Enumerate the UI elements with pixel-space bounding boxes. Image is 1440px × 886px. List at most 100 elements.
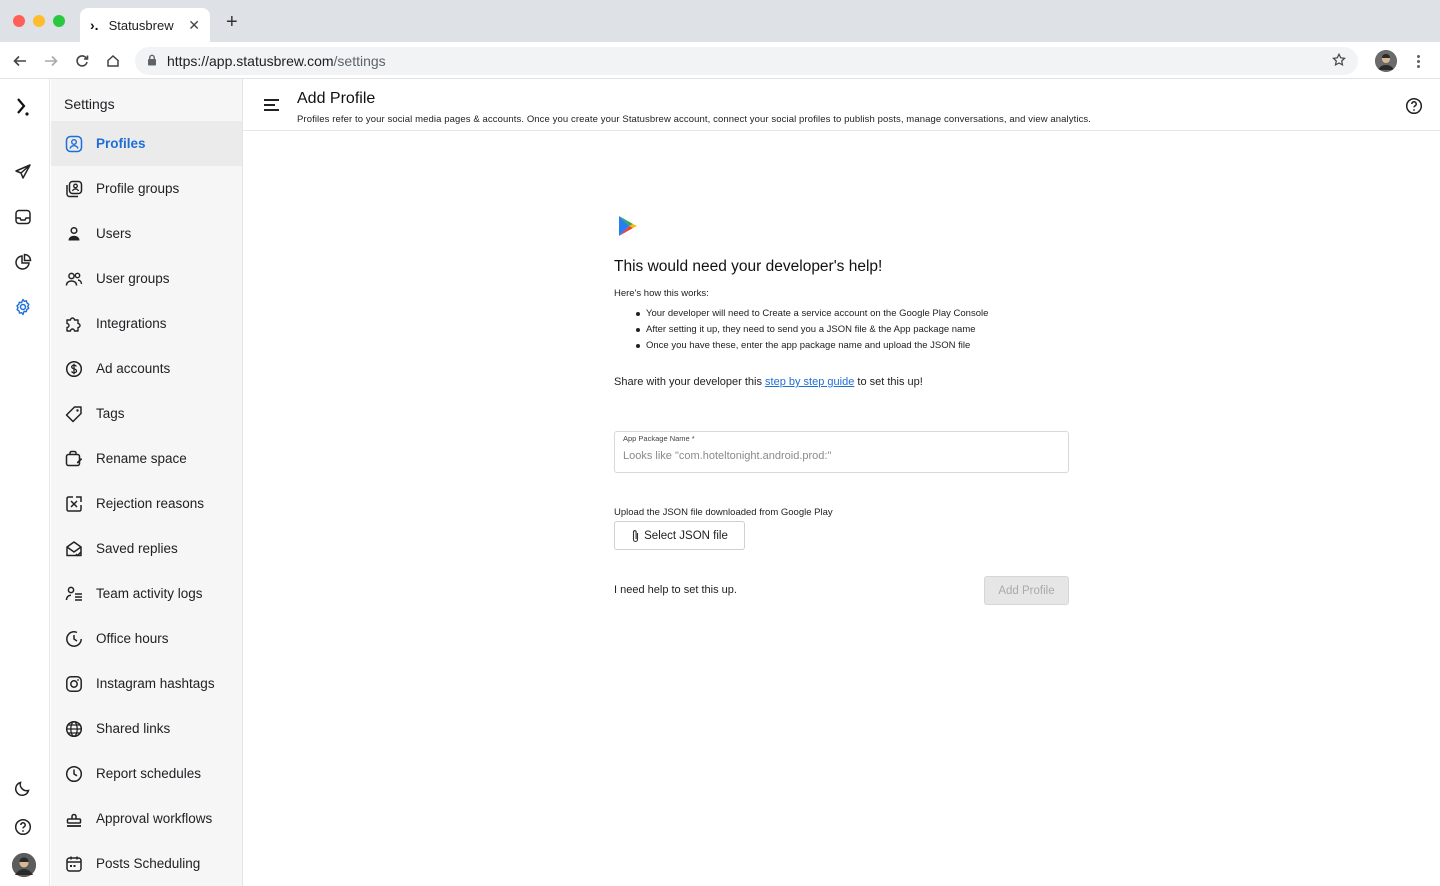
field-label: App Package Name * — [623, 434, 695, 443]
google-play-logo-icon — [618, 215, 638, 242]
sidebar-item-label: Report schedules — [96, 766, 202, 781]
settings-sidebar: Settings Profiles Profile groups Users U… — [51, 79, 243, 886]
clock-icon — [65, 765, 83, 783]
hamburger-menu-icon[interactable] — [264, 99, 279, 114]
sidebar-item-posts-scheduling[interactable]: Posts Scheduling — [51, 841, 242, 886]
need-help-text[interactable]: I need help to set this up. — [614, 584, 737, 596]
inbox-icon[interactable] — [12, 206, 34, 228]
sidebar-item-label: Office hours — [96, 631, 169, 646]
sidebar-item-approval-workflows[interactable]: Approval workflows — [51, 796, 242, 841]
stamp-icon — [65, 810, 83, 828]
rename-icon — [65, 450, 83, 468]
lock-icon — [147, 53, 157, 69]
browser-tab[interactable]: ›. Statusbrew ✕ — [80, 8, 210, 42]
tab-close-icon[interactable]: ✕ — [188, 17, 200, 34]
analytics-pie-icon[interactable] — [12, 251, 34, 273]
sidebar-item-team-activity-logs[interactable]: Team activity logs — [51, 571, 242, 616]
share-suffix: to set this up! — [854, 376, 923, 388]
user-avatar[interactable] — [12, 853, 36, 877]
sidebar-item-report-schedules[interactable]: Report schedules — [51, 751, 242, 796]
sidebar-item-label: Shared links — [96, 721, 171, 736]
sidebar-item-profiles[interactable]: Profiles — [51, 121, 242, 166]
statusbrew-favicon-icon: ›. — [90, 17, 99, 33]
tag-icon — [65, 405, 83, 423]
sidebar-item-users[interactable]: Users — [51, 211, 242, 256]
help-circle-icon[interactable] — [12, 816, 34, 838]
paperclip-icon — [631, 529, 640, 543]
sidebar-item-integrations[interactable]: Integrations — [51, 301, 242, 346]
statusbrew-logo-icon[interactable] — [12, 96, 34, 118]
add-profile-button[interactable]: Add Profile — [984, 576, 1069, 605]
sidebar-item-label: Ad accounts — [96, 361, 171, 376]
profile-badge-icon — [65, 135, 83, 153]
user-groups-icon — [65, 270, 83, 288]
puzzle-icon — [65, 315, 83, 333]
sidebar-item-saved-replies[interactable]: Saved replies — [51, 526, 242, 571]
sidebar-item-label: Integrations — [96, 316, 167, 331]
list-item: Your developer will need to Create a ser… — [636, 306, 988, 322]
sidebar-item-label: Posts Scheduling — [96, 856, 201, 871]
list-item: Once you have these, enter the app packa… — [636, 338, 988, 354]
calendar-icon — [65, 855, 83, 873]
instagram-icon — [65, 675, 83, 693]
bookmark-star-icon[interactable] — [1332, 52, 1346, 70]
page-subtitle: Profiles refer to your social media page… — [297, 114, 1092, 125]
forward-arrow-icon[interactable] — [41, 51, 61, 71]
sidebar-item-label: Approval workflows — [96, 811, 213, 826]
sidebar-item-shared-links[interactable]: Shared links — [51, 706, 242, 751]
app-rail — [0, 79, 50, 886]
dark-mode-moon-icon[interactable] — [12, 777, 34, 799]
close-window-button[interactable] — [13, 15, 25, 27]
sidebar-item-label: Profiles — [96, 136, 146, 151]
app-package-name-field[interactable]: App Package Name * — [614, 431, 1069, 473]
sidebar-item-label: Profile groups — [96, 181, 180, 196]
sidebar-item-office-hours[interactable]: Office hours — [51, 616, 242, 661]
step-by-step-guide-link[interactable]: step by step guide — [765, 376, 854, 388]
app-package-name-input[interactable] — [623, 450, 1053, 462]
sidebar-item-label: Team activity logs — [96, 586, 203, 601]
home-icon[interactable] — [103, 51, 123, 71]
reload-icon[interactable] — [72, 51, 92, 71]
back-arrow-icon[interactable] — [10, 51, 30, 71]
new-tab-icon[interactable]: + — [226, 12, 238, 32]
list-item: After setting it up, they need to send y… — [636, 322, 988, 338]
main-panel: Add Profile Profiles refer to your socia… — [243, 79, 1440, 886]
share-guide-text: Share with your developer this step by s… — [614, 376, 923, 388]
maximize-window-button[interactable] — [53, 15, 65, 27]
hero-title: This would need your developer's help! — [614, 258, 883, 275]
sidebar-item-rename-space[interactable]: Rename space — [51, 436, 242, 481]
page-header: Add Profile Profiles refer to your socia… — [243, 79, 1440, 131]
tab-title: Statusbrew — [108, 17, 174, 33]
sidebar-item-label: User groups — [96, 271, 170, 286]
browser-profile-avatar[interactable] — [1375, 50, 1397, 72]
profile-groups-icon — [65, 180, 83, 198]
address-bar[interactable]: https://app.statusbrew.com/settings — [135, 47, 1358, 75]
sidebar-title: Settings — [64, 96, 115, 112]
url-host: https://app.statusbrew.com — [167, 53, 334, 69]
browser-menu-icon[interactable] — [1412, 51, 1424, 71]
sidebar-item-ad-accounts[interactable]: Ad accounts — [51, 346, 242, 391]
sidebar-item-profile-groups[interactable]: Profile groups — [51, 166, 242, 211]
settings-gear-icon[interactable] — [12, 296, 34, 318]
share-prefix: Share with your developer this — [614, 376, 766, 388]
dollar-icon — [65, 360, 83, 378]
activity-log-icon — [65, 585, 83, 603]
reject-icon — [65, 495, 83, 513]
upload-label: Upload the JSON file downloaded from Goo… — [614, 507, 833, 518]
browser-toolbar: https://app.statusbrew.com/settings — [0, 42, 1440, 79]
select-json-file-button[interactable]: Select JSON file — [614, 521, 745, 550]
sidebar-item-label: Rejection reasons — [96, 496, 205, 511]
sidebar-item-instagram-hashtags[interactable]: Instagram hashtags — [51, 661, 242, 706]
sidebar-item-user-groups[interactable]: User groups — [51, 256, 242, 301]
sidebar-item-rejection-reasons[interactable]: Rejection reasons — [51, 481, 242, 526]
url-path: /settings — [333, 53, 386, 69]
help-circle-icon[interactable] — [1405, 97, 1423, 120]
steps-list: Your developer will need to Create a ser… — [636, 306, 988, 354]
saved-replies-icon — [65, 540, 83, 558]
sidebar-item-label: Instagram hashtags — [96, 676, 215, 691]
browser-tab-bar: ›. Statusbrew ✕ + — [0, 0, 1440, 42]
publish-paper-plane-icon[interactable] — [12, 161, 34, 183]
sidebar-item-tags[interactable]: Tags — [51, 391, 242, 436]
globe-icon — [65, 720, 83, 738]
minimize-window-button[interactable] — [33, 15, 45, 27]
